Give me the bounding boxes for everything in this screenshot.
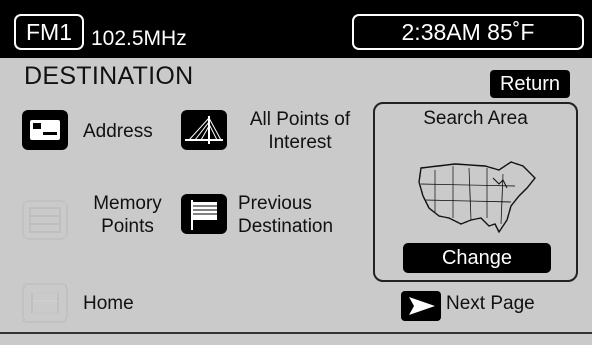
home-option[interactable]: Home xyxy=(83,292,134,315)
return-button[interactable]: Return xyxy=(490,70,570,98)
status-bar: FM1 102.5MHz 2:38AM 85˚F xyxy=(0,0,592,58)
address-option[interactable]: Address xyxy=(83,120,153,143)
poi-label-line2: Interest xyxy=(268,132,332,153)
previous-label-line2: Destination xyxy=(238,216,334,237)
band-button[interactable]: FM1 xyxy=(14,14,84,50)
bottom-divider xyxy=(0,332,592,334)
navigation-screen: FM1 102.5MHz 2:38AM 85˚F DESTINATION Ret… xyxy=(0,0,592,345)
change-button[interactable]: Change xyxy=(403,243,551,273)
address-icon[interactable] xyxy=(22,110,68,150)
home-icon[interactable] xyxy=(22,283,68,323)
search-area-panel: Search Area Change xyxy=(373,102,578,282)
all-points-of-interest-option[interactable]: All Points of Interest xyxy=(240,108,360,154)
next-page-button[interactable]: Next Page xyxy=(446,292,535,315)
flag-icon[interactable] xyxy=(181,194,227,234)
memory-points-icon[interactable] xyxy=(22,200,68,240)
memory-label-line2: Points xyxy=(101,216,154,237)
previous-destination-option[interactable]: Previous Destination xyxy=(238,192,358,238)
north-america-map-icon xyxy=(418,161,536,234)
frequency-readout: 102.5MHz xyxy=(91,27,187,50)
memory-points-option[interactable]: Memory Points xyxy=(80,192,175,238)
previous-label-line1: Previous xyxy=(238,193,312,214)
page-title: DESTINATION xyxy=(24,62,194,90)
search-area-title: Search Area xyxy=(423,108,528,129)
clock-temperature-display: 2:38AM 85˚F xyxy=(352,14,584,50)
bridge-icon[interactable] xyxy=(181,110,227,150)
arrow-right-icon[interactable] xyxy=(401,291,441,321)
poi-label-line1: All Points of xyxy=(249,109,351,130)
memory-label-line1: Memory xyxy=(93,193,162,214)
